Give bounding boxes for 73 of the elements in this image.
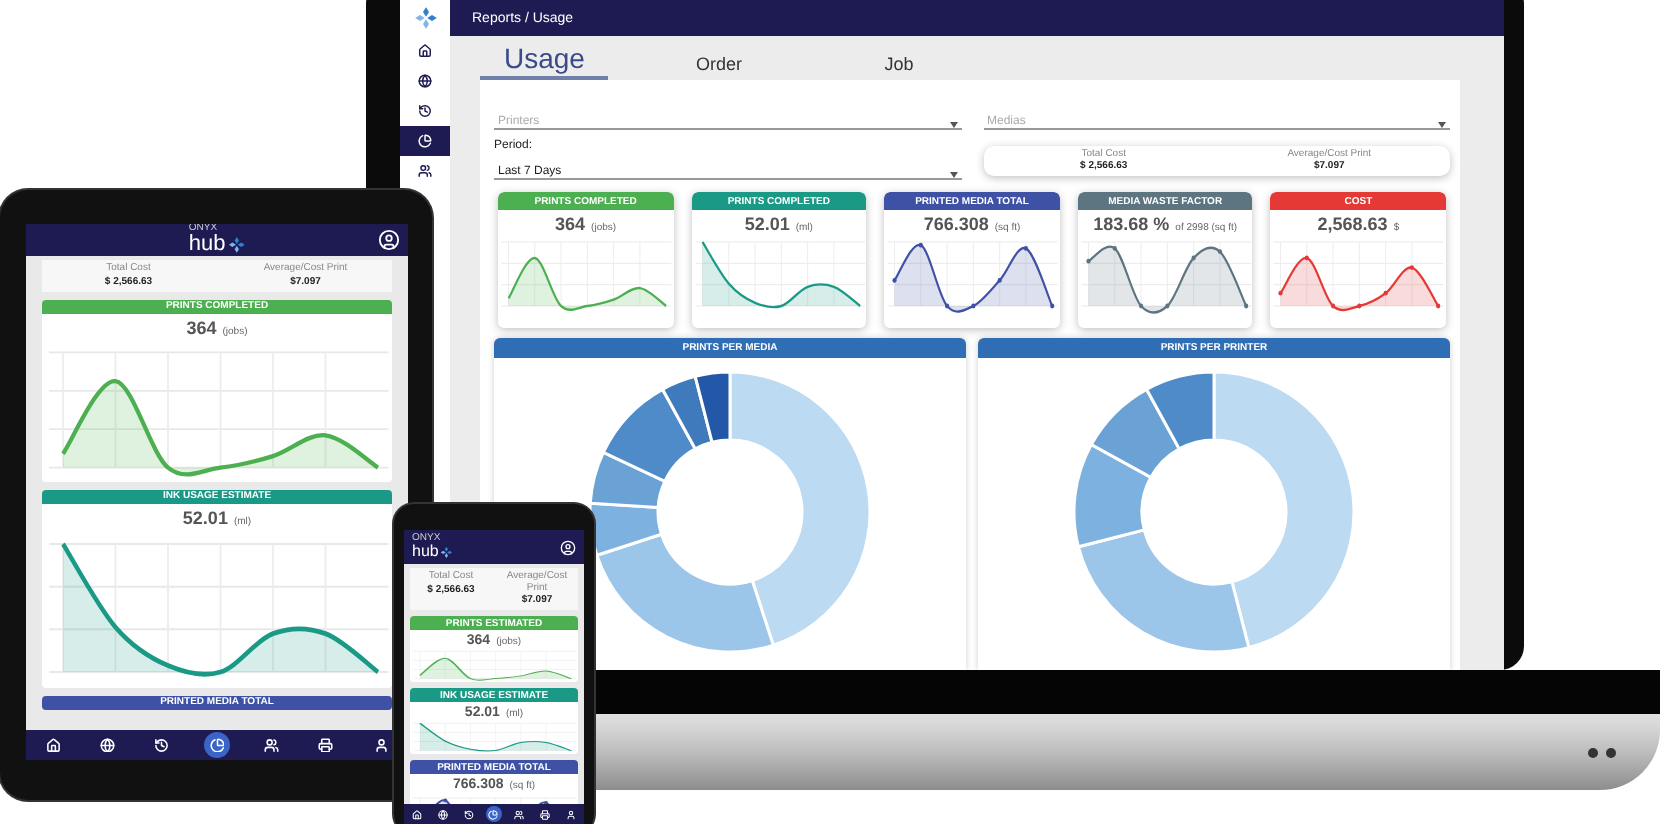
globe-icon: [437, 809, 448, 819]
data-point: [1217, 249, 1222, 254]
nav-item[interactable]: [562, 806, 579, 822]
history-icon: [154, 737, 170, 753]
home-icon: [45, 737, 61, 753]
data-point: [945, 303, 950, 309]
data-point: [1331, 303, 1336, 309]
metric-value: 364: [186, 317, 217, 337]
globe-icon: [418, 74, 432, 88]
data-point: [919, 242, 924, 248]
caret-icon: [949, 172, 957, 178]
globe-icon: [100, 737, 116, 753]
caret-icon: [1438, 122, 1446, 128]
people-icon: [264, 737, 280, 753]
donut-slice: [1089, 387, 1181, 479]
data-point: [1436, 303, 1442, 309]
nav-item[interactable]: [408, 806, 425, 822]
tab[interactable]: Order: [648, 54, 789, 80]
printer-icon: [540, 809, 551, 819]
printer-icon: [318, 737, 334, 753]
pie-chart-icon: [488, 809, 499, 819]
home-icon: [418, 44, 432, 58]
data-point: [1112, 246, 1117, 251]
nav-item[interactable]: [485, 806, 502, 822]
snowflake-logo-icon: [440, 545, 454, 559]
data-point: [1164, 303, 1170, 309]
metric-value: 364: [555, 214, 586, 234]
metric-value: 52.01: [744, 214, 790, 234]
data-point: [997, 278, 1003, 283]
data-point: [1138, 303, 1143, 309]
user-icon: [565, 809, 576, 819]
history-icon: [463, 809, 474, 819]
snowflake-logo-icon: [227, 236, 246, 254]
brand-name: hub: [412, 544, 439, 560]
data-point: [1384, 290, 1389, 296]
nav-item[interactable]: [511, 806, 528, 822]
indicator-light: [1588, 747, 1598, 757]
pie-chart-icon: [418, 134, 432, 148]
account-icon: [378, 229, 400, 251]
data-point: [1024, 246, 1029, 251]
data-point: [1243, 303, 1248, 309]
data-point: [1050, 303, 1055, 309]
pie-chart-icon: [209, 737, 225, 753]
data-point: [1358, 303, 1363, 309]
data-point: [892, 278, 897, 283]
metric-value: 2,568.63: [1317, 214, 1388, 234]
metric-value: 183.68 %: [1093, 214, 1170, 234]
tab[interactable]: Job: [828, 54, 969, 80]
people-icon: [418, 164, 432, 178]
data-point: [971, 303, 976, 309]
history-icon: [418, 104, 432, 118]
nav-item[interactable]: [434, 806, 451, 822]
snowflake-logo-icon: [413, 6, 437, 30]
nav-item[interactable]: [203, 732, 230, 758]
home-icon: [411, 809, 422, 819]
metric-value: 52.01: [182, 507, 228, 527]
caret-icon: [949, 122, 957, 128]
data-point: [1279, 290, 1284, 296]
data-point: [1305, 255, 1310, 261]
data-point: [1086, 258, 1091, 264]
people-icon: [514, 809, 525, 819]
indicator-light: [1606, 747, 1616, 757]
sidebar-item[interactable]: [400, 126, 450, 156]
data-point: [1410, 265, 1415, 270]
data-point: [443, 798, 448, 803]
brand-name: hub: [188, 234, 226, 256]
account-icon: [560, 539, 576, 555]
nav-item[interactable]: [537, 806, 554, 822]
metric-value: 766.308: [923, 214, 989, 234]
user-icon: [373, 737, 389, 753]
data-point: [1191, 255, 1196, 261]
nav-item[interactable]: [460, 806, 477, 822]
nav-item[interactable]: [94, 732, 121, 758]
